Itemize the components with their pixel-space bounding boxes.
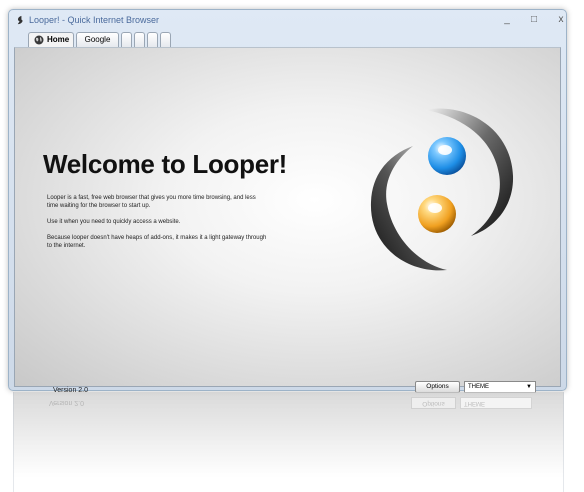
browser-window: Looper! - Quick Internet Browser _ □ x H… bbox=[8, 9, 567, 394]
tab-empty-1[interactable] bbox=[121, 32, 132, 47]
title-bar[interactable]: Looper! - Quick Internet Browser _ □ x bbox=[9, 10, 566, 32]
maximize-button[interactable]: □ bbox=[522, 12, 546, 28]
tab-empty-2[interactable] bbox=[134, 32, 145, 47]
theme-select-value: THEME bbox=[468, 384, 489, 390]
globe-icon bbox=[34, 35, 44, 45]
tab-home-label: Home bbox=[47, 35, 70, 44]
usage-paragraph: Use it when you need to quickly access a… bbox=[47, 219, 181, 225]
intro-paragraph: Looper is a fast, free web browser that … bbox=[47, 195, 256, 209]
reflection-options: Options bbox=[411, 397, 456, 409]
reflection-theme: THEME bbox=[460, 397, 532, 409]
looper-logo-icon bbox=[370, 108, 514, 271]
reflection-version: Version 2.0 bbox=[49, 399, 85, 406]
app-icon bbox=[17, 15, 23, 25]
minimize-button[interactable]: _ bbox=[495, 12, 519, 28]
window-reflection: Version 2.0 Options THEME bbox=[13, 392, 564, 492]
home-page: Welcome to Looper! Looper is a fast, fre… bbox=[14, 47, 561, 394]
tab-empty-4[interactable] bbox=[160, 32, 171, 47]
tab-bar: Home Google bbox=[13, 32, 562, 47]
tab-home[interactable]: Home bbox=[28, 32, 74, 47]
window-title: Looper! - Quick Internet Browser bbox=[29, 15, 160, 25]
page-title: Welcome to Looper! bbox=[43, 149, 288, 179]
close-button[interactable]: x bbox=[549, 12, 573, 28]
lightweight-paragraph: Because looper doesn't have heaps of add… bbox=[47, 235, 267, 249]
chevron-down-icon: ▼ bbox=[526, 384, 532, 390]
tab-google[interactable]: Google bbox=[76, 32, 119, 47]
tab-empty-3[interactable] bbox=[147, 32, 158, 47]
